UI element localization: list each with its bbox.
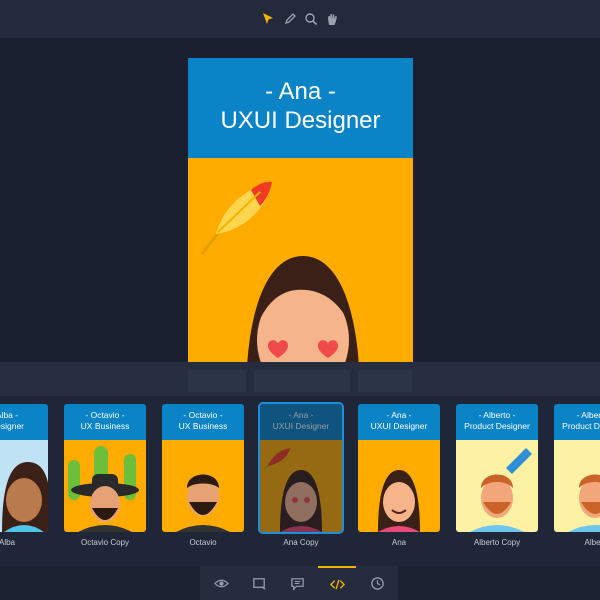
card-name: Alba - [0,410,19,420]
hand-tool[interactable] [322,9,342,29]
strip-placeholder [188,370,246,392]
bottom-tab-panel [200,566,398,600]
artboard-thumbnail-alba[interactable]: Alba - Designer [0,404,48,532]
card-label: Alberto Copy [473,538,521,547]
artboard-header: - Ana - UXUI Designer [188,58,413,158]
card-role: UX Business [178,421,228,431]
history-icon [370,576,384,590]
alberto-avatar-illustration [568,474,600,532]
card-header: - Octavio - UX Business [162,404,244,440]
strip-placeholder [254,370,350,392]
card-label: Ana [391,538,407,547]
ana-avatar-illustration [378,470,420,532]
code-icon [329,579,345,589]
card-name: - Octavio - [183,410,223,420]
tab-history[interactable] [358,566,396,600]
pointer-icon [263,13,273,24]
pen-tool[interactable] [280,9,300,29]
card-label: Ana Copy [283,538,319,547]
zoom-tool[interactable] [301,9,321,29]
card-label: Albert [584,538,600,547]
card-name: - Ana - [386,410,412,420]
card-header: - Octavio - UX Business [64,404,146,440]
hand-icon [328,14,337,25]
feather-illustration [200,181,272,255]
card-header: - Ana - UXUI Designer [358,404,440,440]
artboard-icon [252,577,265,590]
card-name: - Alberto - [478,410,516,420]
ana-avatar-illustration [247,256,359,362]
card-header: - Alberto - Product Designer [456,404,538,440]
card-label: Alba [0,538,15,547]
card-label: Octavio Copy [80,538,130,547]
alba-avatar-illustration [2,462,48,532]
card-role: UX Business [80,421,130,431]
artboard-thumbnail-octavio-copy[interactable]: - Octavio - UX Business [64,404,146,532]
card-header: - Alberto - Product Designer [554,404,600,440]
bottom-bar [0,566,600,600]
tab-artboards[interactable] [240,566,278,600]
comment-icon [290,577,304,591]
artboard-thumbnail-octavio[interactable]: - Octavio - UX Business [162,404,244,532]
artboards-strip: Alba - Designer - Octavio - UX Business [0,396,600,566]
design-canvas[interactable]: - Ana - UXUI Designer [0,38,600,362]
tab-preview[interactable] [202,566,240,600]
artboard-thumbnail-ana-copy[interactable]: - Ana - UXUI Designer [258,402,344,534]
alberto-avatar-illustration [470,448,532,532]
artboard-role: UXUI Designer [220,107,381,134]
eye-icon [213,579,229,587]
octavio-avatar-illustration [68,446,139,532]
card-role: Designer [0,421,25,431]
artboard-thumbnail-ana[interactable]: - Ana - UXUI Designer [358,404,440,532]
tab-comments[interactable] [278,566,316,600]
card-header: Alba - Designer [0,404,48,440]
card-name: - Alberto - [576,410,600,420]
pointer-tool[interactable] [258,9,278,29]
card-role: Product Designer [562,421,600,431]
card-role: Product Designer [464,421,530,431]
artboards-strip-header [0,362,600,396]
selection-overlay [260,404,342,532]
zoom-icon [305,13,318,26]
pen-icon [284,13,296,25]
strip-placeholder [358,370,412,392]
octavio-avatar-illustration [176,474,230,532]
tab-code[interactable] [318,566,356,600]
artboard-thumbnail-alberto-copy[interactable]: - Alberto - Product Designer [456,404,538,532]
artboard-ana[interactable]: - Ana - UXUI Designer [188,58,413,362]
artboard-thumbnail-alberto[interactable]: - Alberto - Product Designer [554,404,600,532]
card-name: - Octavio - [85,410,125,420]
top-toolbar [0,0,600,38]
design-app: - Ana - UXUI Designer lba - signer - Oct… [0,0,600,600]
card-label: Octavio [189,538,217,547]
artboard-name: - Ana - [265,78,336,105]
card-role: UXUI Designer [370,421,428,431]
